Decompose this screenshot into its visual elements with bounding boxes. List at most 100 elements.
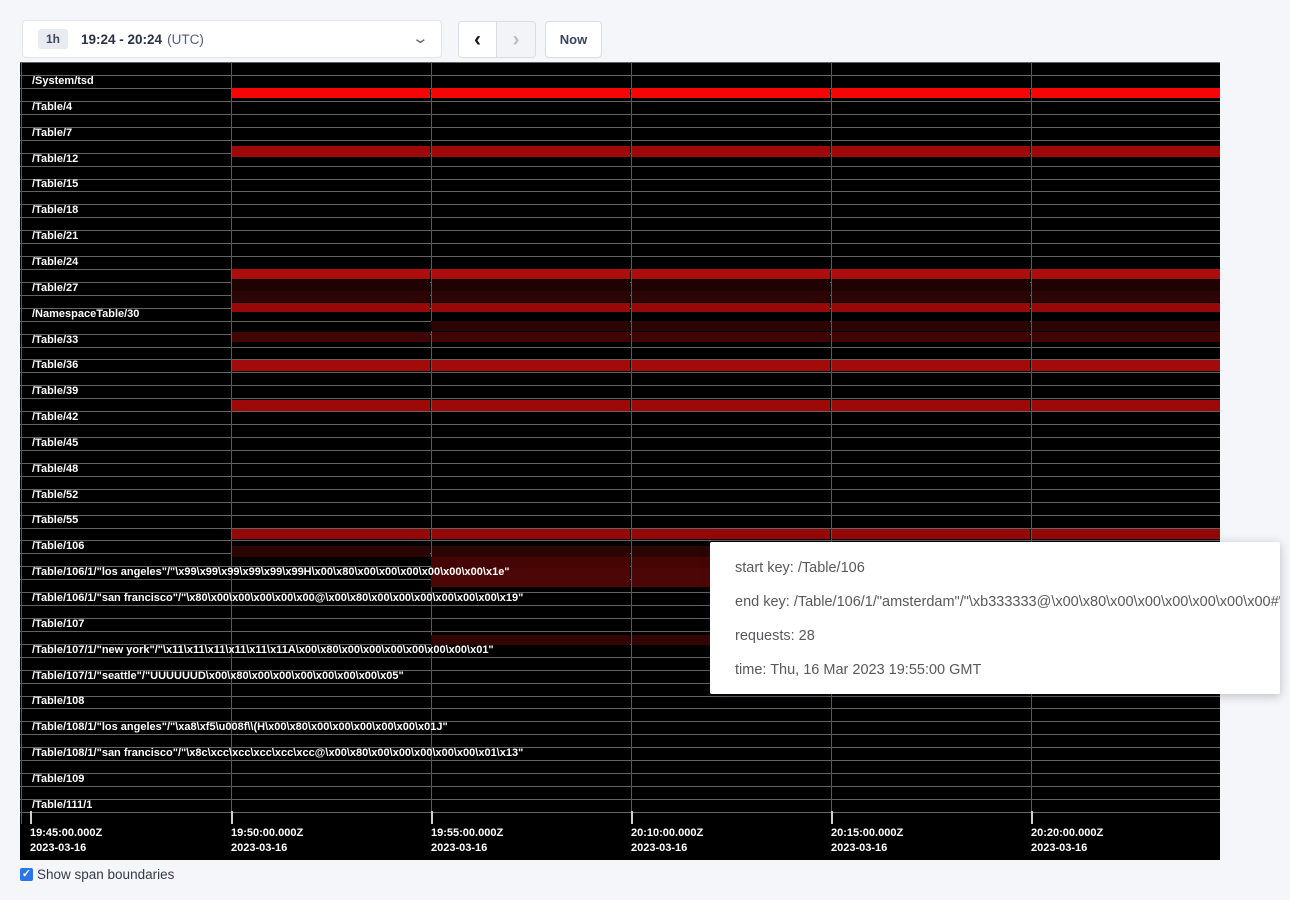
span-boundary-line	[20, 372, 1220, 373]
span-boundary-line	[20, 463, 1220, 464]
span-boundary-line	[20, 243, 1220, 244]
span-boundary-line	[20, 411, 1220, 412]
row-label: /Table/107	[32, 618, 84, 630]
heat-band	[632, 291, 830, 302]
heat-band	[232, 291, 430, 302]
x-axis-date: 2023-03-16	[231, 841, 303, 856]
span-boundary-line	[20, 114, 1220, 115]
span-boundary-line	[20, 217, 1220, 218]
x-axis-time: 20:10:00.000Z	[631, 826, 703, 841]
time-nav-group: ‹ ›	[458, 21, 536, 58]
heat-band	[232, 529, 430, 539]
heat-band	[832, 360, 1030, 371]
row-label: /NamespaceTable/30	[32, 308, 139, 320]
heat-band	[432, 88, 630, 99]
tooltip-requests: requests: 28	[735, 619, 1280, 653]
heat-band	[632, 146, 830, 157]
row-label: /Table/18	[32, 204, 78, 216]
row-label: /Table/15	[32, 178, 78, 190]
x-axis-label: 20:20:00.000Z2023-03-16	[1031, 826, 1103, 856]
tooltip-end-key: end key: /Table/106/1/"amsterdam"/"\xb33…	[735, 585, 1280, 619]
span-boundary-line	[20, 347, 1220, 348]
prev-time-button[interactable]: ‹	[459, 22, 497, 57]
x-axis-label: 20:15:00.000Z2023-03-16	[831, 826, 903, 856]
heat-band	[632, 280, 830, 291]
heat-band	[632, 88, 830, 99]
row-label: /Table/109	[32, 773, 84, 785]
row-label: /Table/24	[32, 256, 78, 268]
x-axis-tick	[30, 811, 32, 824]
row-label: /System/tsd	[32, 75, 94, 87]
row-label: /Table/4	[32, 101, 72, 113]
heat-band	[232, 400, 430, 411]
heat-band	[432, 269, 630, 279]
row-label: /Table/108	[32, 695, 84, 707]
heat-band	[632, 529, 830, 539]
span-boundary-line	[20, 75, 1220, 76]
row-label: /Table/42	[32, 411, 78, 423]
x-axis-label: 19:50:00.000Z2023-03-16	[231, 826, 303, 856]
span-boundary-line	[20, 166, 1220, 167]
show-span-boundaries-checkbox[interactable]: ✓	[20, 868, 33, 881]
span-boundary-line	[20, 179, 1220, 180]
span-boundary-line	[20, 191, 1220, 192]
heat-band	[1032, 146, 1220, 157]
range-duration-badge: 1h	[38, 29, 68, 49]
heat-band	[832, 280, 1030, 291]
x-axis-tick	[231, 811, 233, 824]
heat-band	[832, 303, 1030, 313]
heat-band	[1032, 529, 1220, 539]
heat-band	[232, 303, 430, 313]
span-boundary-line	[20, 424, 1220, 425]
x-axis-date: 2023-03-16	[431, 841, 503, 856]
x-axis-tick	[631, 811, 633, 824]
show-span-boundaries-label: Show span boundaries	[37, 867, 174, 882]
heat-band	[432, 360, 630, 371]
heat-band	[232, 269, 430, 279]
heat-band	[632, 332, 830, 342]
chart-left-edge-line	[21, 62, 22, 824]
now-button[interactable]: Now	[545, 21, 602, 58]
span-boundary-line	[20, 502, 1220, 503]
heat-band	[632, 321, 830, 331]
heat-band	[832, 400, 1030, 411]
heat-band	[1032, 303, 1220, 313]
time-range-selector[interactable]: 1h 19:24 - 20:24 (UTC) ⌄	[22, 20, 442, 58]
heat-band	[832, 321, 1030, 331]
span-boundary-line	[20, 140, 1220, 141]
row-label: /Table/36	[32, 359, 78, 371]
span-boundary-line	[20, 708, 1220, 709]
heat-band	[432, 291, 630, 302]
heat-band	[632, 303, 830, 313]
next-time-button-disabled: ›	[497, 22, 535, 57]
span-boundary-line	[20, 204, 1220, 205]
row-label: /Table/7	[32, 127, 72, 139]
row-label: /Table/48	[32, 463, 78, 475]
row-label: /Table/108/1/"san francisco"/"\x8c\xcc\x…	[32, 747, 523, 759]
span-boundary-line	[20, 489, 1220, 490]
heat-band	[232, 546, 430, 557]
heat-band	[432, 529, 630, 539]
heat-band	[1032, 360, 1220, 371]
row-label: /Table/21	[32, 230, 78, 242]
heat-band	[832, 529, 1030, 539]
key-visualizer-canvas[interactable]: /System/tsd/Table/4/Table/7/Table/12/Tab…	[20, 62, 1220, 860]
heat-band	[431, 321, 630, 331]
x-axis-date: 2023-03-16	[1031, 841, 1103, 856]
heat-band	[632, 269, 830, 279]
tooltip-start-key: start key: /Table/106	[735, 551, 1280, 585]
heat-band	[832, 291, 1030, 302]
heat-band	[832, 88, 1030, 99]
span-boundary-line	[20, 515, 1220, 516]
row-label: /Table/107/1/"new york"/"\x11\x11\x11\x1…	[32, 644, 494, 656]
footer-controls: ✓ Show span boundaries	[20, 867, 174, 882]
row-label: /Table/27	[32, 282, 78, 294]
heat-band	[232, 332, 430, 342]
row-label: /Table/106/1/"san francisco"/"\x80\x00\x…	[32, 592, 523, 604]
span-boundary-line	[20, 812, 1220, 813]
x-axis-tick	[1031, 811, 1033, 824]
heat-band	[432, 146, 630, 157]
heat-band	[832, 332, 1030, 342]
row-label: /Table/108/1/"los angeles"/"\xa8\xf5\u00…	[32, 721, 448, 733]
heat-band	[432, 303, 630, 313]
